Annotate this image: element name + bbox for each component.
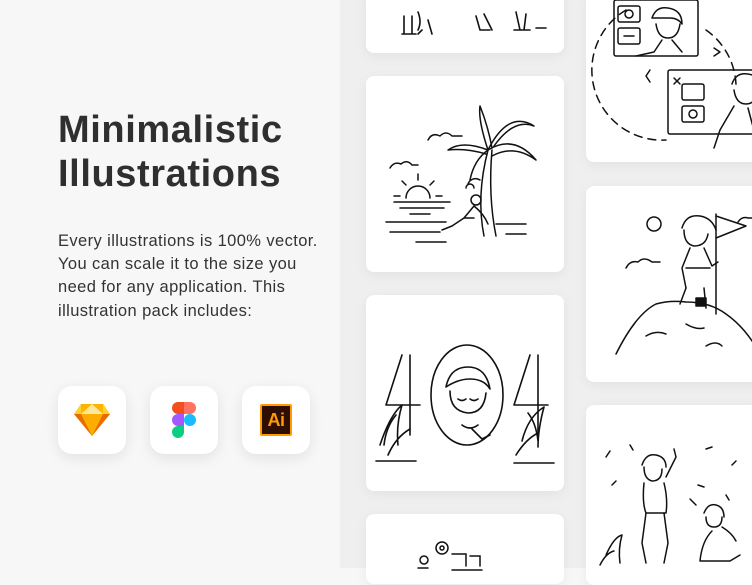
beach-illustration xyxy=(385,105,537,243)
illustrator-app-tile: Ai xyxy=(242,386,310,454)
celebration-illustration xyxy=(599,444,741,566)
illustration-card-beach xyxy=(366,76,564,272)
figma-app-tile xyxy=(150,386,218,454)
page-title: Minimalistic Illustrations xyxy=(58,108,358,196)
title-line-2: Illustrations xyxy=(58,153,282,195)
people-walking-illustration xyxy=(401,11,547,35)
sketch-app-tile xyxy=(58,386,126,454)
illustrator-icon-label: Ai xyxy=(267,409,286,430)
title-line-1: Minimalistic xyxy=(58,109,283,151)
illustrator-icon: Ai xyxy=(260,404,292,436)
description-text: Every illustrations is 100% vector. You … xyxy=(58,232,318,320)
video-call-illustration xyxy=(591,0,752,149)
illustration-card-mountain-flag xyxy=(586,186,752,382)
illustration-card-people-walking xyxy=(366,0,564,53)
error-404-illustration xyxy=(375,344,555,464)
illustration-card-celebration xyxy=(586,405,752,585)
items-illustration xyxy=(417,541,483,571)
mountain-flag-illustration xyxy=(615,213,752,355)
sketch-icon xyxy=(74,404,110,436)
illustration-card-video-call xyxy=(586,0,752,162)
figma-icon xyxy=(172,402,196,438)
illustration-card-items xyxy=(366,514,564,584)
illustration-card-404 xyxy=(366,295,564,491)
